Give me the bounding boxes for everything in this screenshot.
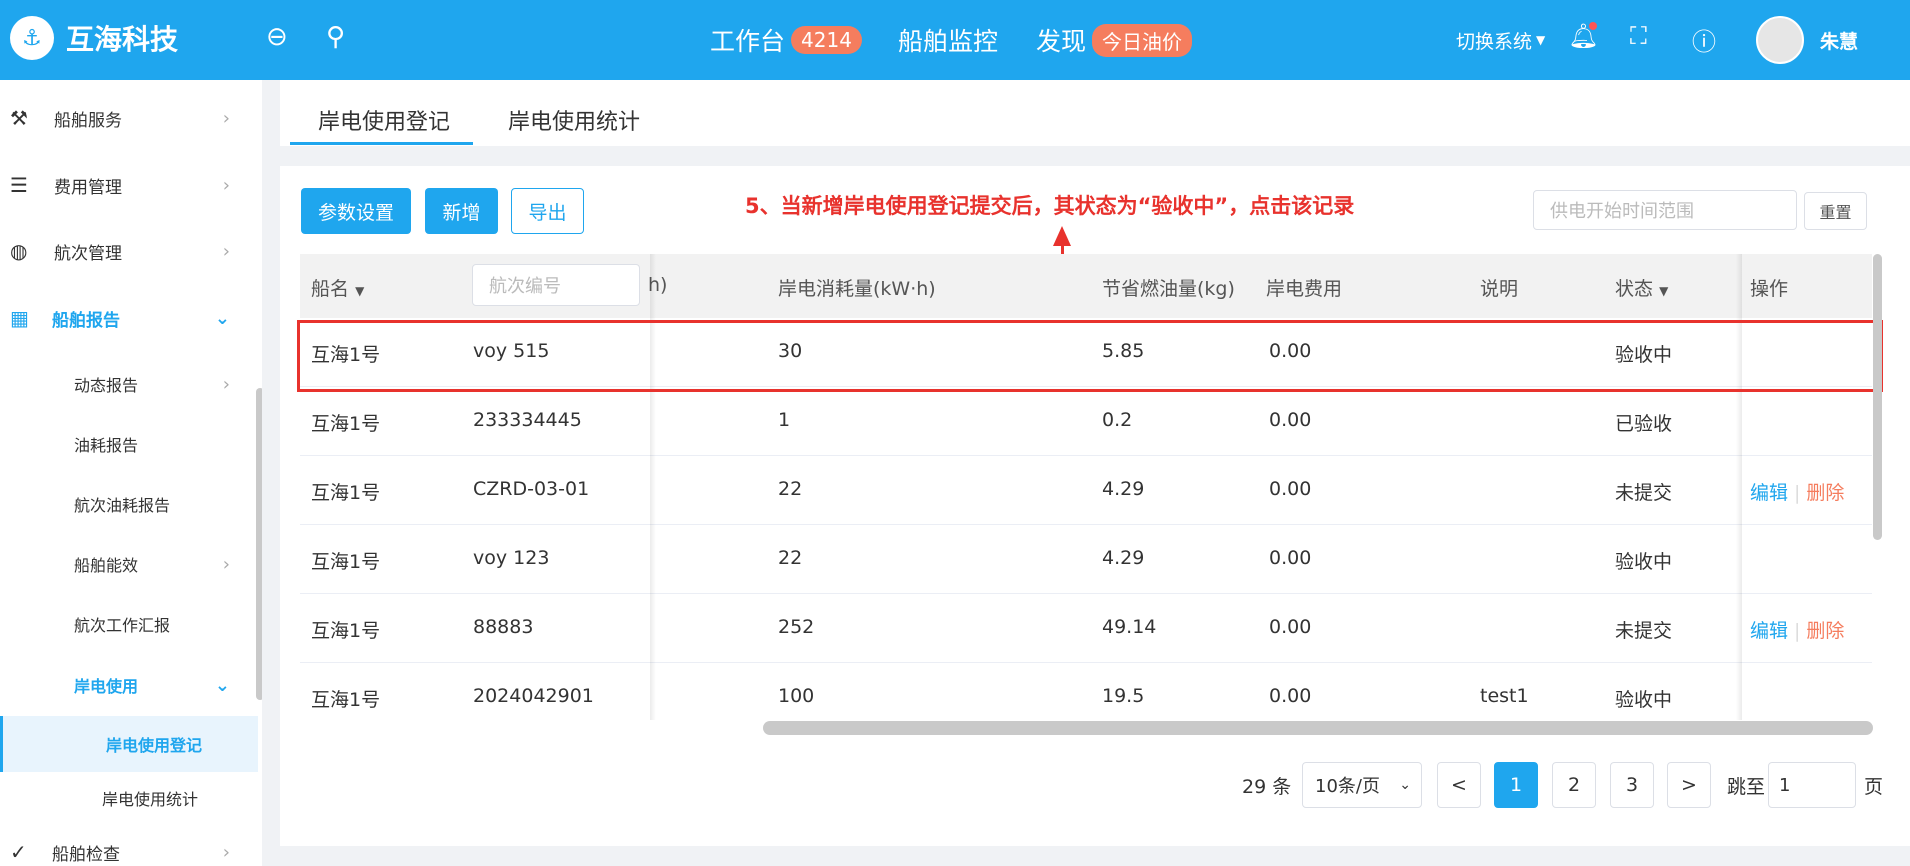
top-bar: ⚓ 互海科技 ⊖ ⚲ 工作台 4214 船舶监控 发现 今日油价 切换系统 ▼ … (0, 0, 1910, 80)
chevron-right-icon: › (222, 553, 230, 575)
caret-down-icon: ▼ (355, 284, 365, 298)
logo-icon: ⚓ (10, 16, 54, 60)
highlight-box (297, 320, 1883, 392)
header-operations: 操作 (1750, 278, 1789, 300)
voyage-filter-input[interactable]: 航次编号 (472, 264, 640, 306)
tab-shore-power-stats[interactable]: 岸电使用统计 (508, 104, 640, 136)
sidebar-item-voyage[interactable]: ◍ 航次管理 › (0, 223, 258, 279)
user-name: 朱慧 (1820, 30, 1859, 53)
jump-label: 跳至 (1727, 775, 1766, 798)
check-circle-icon: ✓ (10, 840, 27, 864)
table-horizontal-scrollbar[interactable] (763, 721, 1873, 735)
chevron-down-icon: ⌄ (214, 307, 230, 329)
fullscreen-icon[interactable]: ⛶ (1630, 22, 1647, 50)
delete-link[interactable]: 删除 (1806, 620, 1844, 642)
sidebar-item-dynamic-report[interactable]: 动态报告 › (0, 356, 258, 412)
search-icon[interactable]: ⚲ (326, 22, 345, 52)
globe-icon: ◍ (10, 239, 28, 263)
table-row[interactable]: 互海1号 88883 252 49.14 0.00 未提交 编辑 | 删除 (300, 594, 1872, 663)
sidebar-item-ship-report[interactable]: ▦ 船舶报告 ⌄ (0, 290, 258, 346)
table-row[interactable]: 互海1号 233334445 1 0.2 0.00 已验收 (300, 387, 1872, 456)
sidebar-item-shore-power-register[interactable]: 岸电使用登记 (0, 716, 258, 772)
workbench-badge: 4214 (791, 26, 862, 54)
caret-down-icon: ▼ (1536, 33, 1546, 47)
sidebar-item-shore-power[interactable]: 岸电使用 ⌄ (0, 657, 258, 713)
page-button-1[interactable]: 1 (1494, 762, 1538, 808)
params-button[interactable]: 参数设置 (301, 188, 411, 234)
user-menu[interactable]: 朱慧 (1756, 0, 1858, 80)
sidebar-item-ship-service[interactable]: ⚒ 船舶服务 › (0, 90, 258, 146)
instruction-annotation: 5、当新增岸电使用登记提交后，其状态为“验收中”，点击该记录 (745, 194, 1355, 218)
tabs-bar: 岸电使用登记 岸电使用统计 (280, 80, 1910, 146)
avatar (1756, 16, 1804, 64)
nav-discover[interactable]: 发现 今日油价 (1036, 0, 1193, 80)
sidebar-item-expense[interactable]: ☰ 费用管理 › (0, 157, 258, 213)
jump-page-input[interactable]: 1 (1768, 762, 1856, 808)
next-page-button[interactable]: > (1667, 762, 1711, 808)
chevron-right-icon: › (222, 373, 230, 395)
nav-ship-monitor[interactable]: 船舶监控 (898, 0, 998, 80)
delete-link[interactable]: 删除 (1806, 482, 1844, 504)
pagination-total: 29 条 (1242, 775, 1292, 798)
prev-page-button[interactable]: < (1437, 762, 1481, 808)
nav-workbench[interactable]: 工作台 4214 (710, 0, 862, 80)
sidebar-scrollbar[interactable] (256, 388, 262, 700)
page-suffix: 页 (1864, 775, 1884, 798)
paint-roller-icon: ⚒ (10, 106, 28, 130)
edit-link[interactable]: 编辑 (1750, 620, 1788, 642)
brand-logo[interactable]: ⚓ 互海科技 (10, 16, 178, 60)
active-tab-indicator (290, 142, 473, 145)
divider: | (1794, 620, 1801, 642)
table-row[interactable]: 互海1号 CZRD-03-01 22 4.29 0.00 未提交 编辑 | 删除 (300, 456, 1872, 525)
caret-down-icon: ▼ (1659, 284, 1669, 298)
sidebar-item-energy-efficiency[interactable]: 船舶能效 › (0, 536, 258, 592)
database-icon: ☰ (10, 173, 28, 197)
header-status[interactable]: 状态 ▼ (1615, 274, 1668, 301)
chevron-down-icon: ⌄ (214, 674, 230, 696)
chevron-right-icon: › (222, 174, 230, 196)
chevron-right-icon: › (222, 841, 230, 863)
sidebar-item-voyage-fuel-report[interactable]: 航次油耗报告 (0, 476, 258, 532)
page-size-select[interactable]: 10条/页 ⌄ (1302, 762, 1422, 808)
export-button[interactable]: 导出 (511, 188, 584, 234)
calendar-icon: ▦ (10, 306, 29, 330)
table-vertical-scrollbar[interactable] (1873, 254, 1882, 540)
edit-link[interactable]: 编辑 (1750, 482, 1788, 504)
header-cost: 岸电费用 (1266, 278, 1343, 300)
notification-dot (1589, 22, 1597, 30)
table-header: 船名 ▼ 航次编号 h) 岸电消耗量(kW·h) 节省燃油量(kg) 岸电费用 … (300, 254, 1872, 318)
help-icon[interactable]: ⓘ (1692, 22, 1716, 57)
page-button-3[interactable]: 3 (1610, 762, 1654, 808)
add-button[interactable]: 新增 (425, 188, 498, 234)
header-fuel-saved: 节省燃油量(kg) (1102, 278, 1235, 300)
brand-name: 互海科技 (66, 23, 179, 56)
tab-shore-power-register[interactable]: 岸电使用登记 (318, 104, 450, 136)
table-row[interactable]: 互海1号 voy 123 22 4.29 0.00 验收中 (300, 525, 1872, 594)
divider: | (1794, 482, 1801, 504)
sidebar-item-shore-power-stats[interactable]: 岸电使用统计 (0, 770, 258, 826)
chevron-down-icon: ⌄ (1399, 777, 1411, 793)
sidebar-item-fuel-report[interactable]: 油耗报告 (0, 416, 258, 472)
header-ship-name[interactable]: 船名 ▼ (311, 274, 364, 301)
sidebar: ⚒ 船舶服务 › ☰ 费用管理 › ◍ 航次管理 › ▦ 船舶报告 ⌄ 动态报告… (0, 80, 262, 866)
page-button-2[interactable]: 2 (1552, 762, 1596, 808)
back-icon[interactable]: ⊖ (266, 22, 288, 52)
header-consumption: 岸电消耗量(kW·h) (778, 278, 936, 300)
oil-price-badge: 今日油价 (1092, 23, 1193, 57)
switch-system-dropdown[interactable]: 切换系统 ▼ (1456, 0, 1545, 80)
chevron-right-icon: › (222, 240, 230, 262)
sidebar-item-voyage-work-report[interactable]: 航次工作汇报 (0, 596, 258, 652)
table-row[interactable]: 互海1号 2024042901 100 19.5 0.00 test1 验收中 (300, 663, 1872, 720)
sidebar-item-ship-inspection[interactable]: ✓ 船舶检查 › (0, 824, 258, 866)
reset-button[interactable]: 重置 (1804, 192, 1867, 230)
date-range-input[interactable]: 供电开始时间范围 (1533, 190, 1797, 230)
chevron-right-icon: › (222, 107, 230, 129)
header-note: 说明 (1480, 278, 1519, 300)
